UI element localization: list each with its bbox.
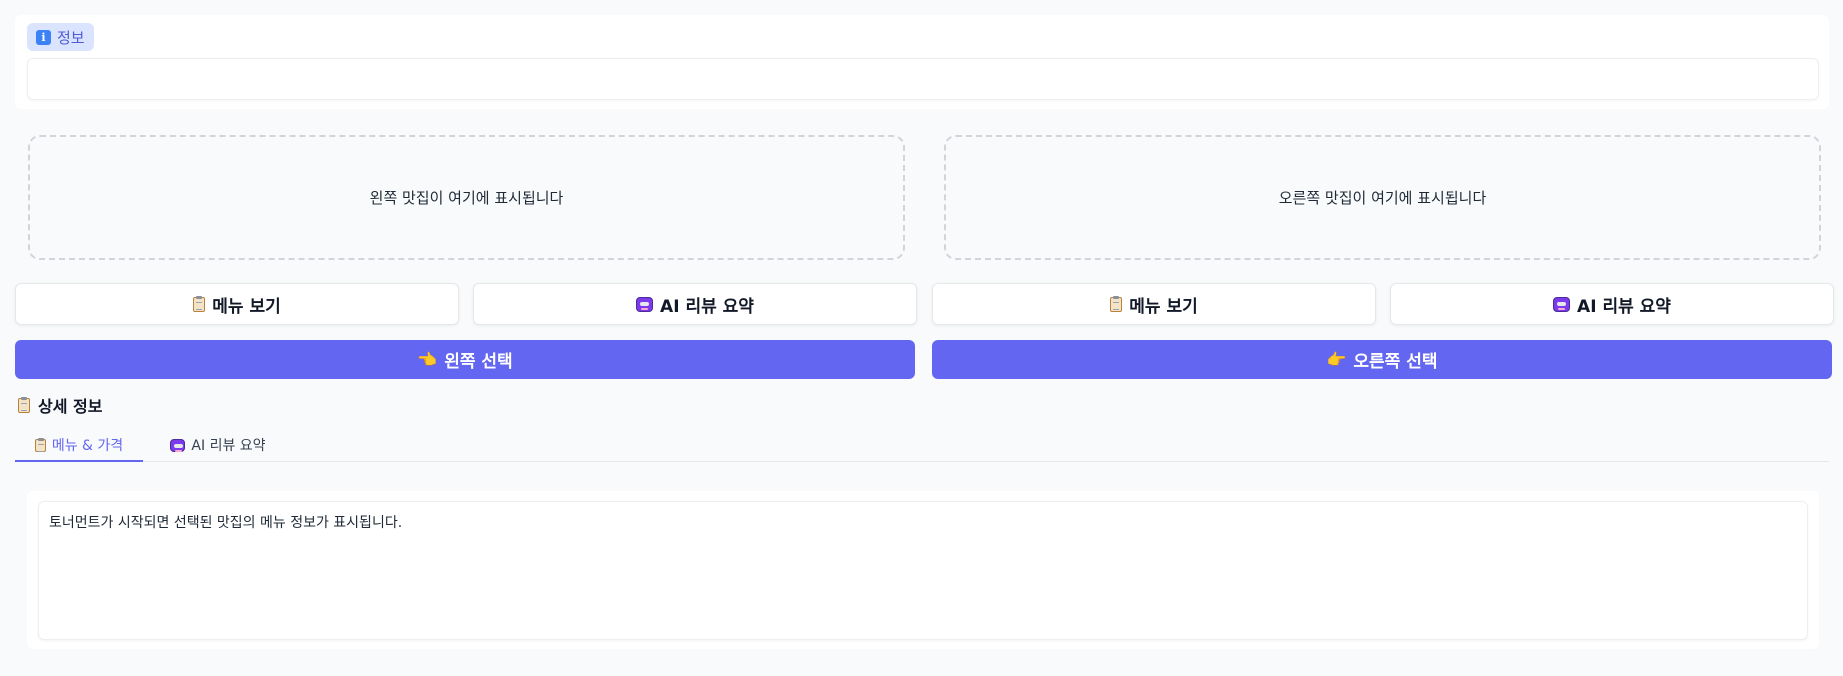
left-placeholder-text: 왼쪽 맛집이 여기에 표시됩니다	[369, 189, 564, 207]
details-content-box: 토너먼트가 시작되면 선택된 맛집의 메뉴 정보가 표시됩니다.	[38, 501, 1808, 640]
point-right-icon: 👉	[1326, 349, 1347, 369]
clipboard-icon	[18, 396, 30, 413]
robot-icon	[1553, 296, 1571, 312]
tab-ai-review[interactable]: AI 리뷰 요약	[159, 430, 277, 460]
details-tabs: 메뉴 & 가격 AI 리뷰 요약	[15, 430, 1829, 462]
point-left-icon: 👈	[417, 349, 438, 369]
tab-ai-review-label: AI 리뷰 요약	[191, 438, 266, 454]
left-restaurant-placeholder: 왼쪽 맛집이 여기에 표시됩니다	[28, 135, 905, 260]
tab-menu-price[interactable]: 메뉴 & 가격	[15, 430, 143, 462]
details-content-text: 토너먼트가 시작되면 선택된 맛집의 메뉴 정보가 표시됩니다.	[49, 515, 403, 531]
clipboard-icon	[193, 295, 206, 312]
robot-icon	[636, 296, 654, 312]
left-menu-button[interactable]: 메뉴 보기	[15, 283, 459, 325]
info-badge-label: 정보	[57, 28, 85, 47]
details-panel: 토너먼트가 시작되면 선택된 맛집의 메뉴 정보가 표시됩니다.	[27, 491, 1819, 649]
info-badge: i 정보	[27, 23, 94, 51]
right-menu-button-label: 메뉴 보기	[1129, 296, 1198, 317]
left-ai-button-label: AI 리뷰 요약	[660, 296, 754, 317]
right-placeholder-text: 오른쪽 맛집이 여기에 표시됩니다	[1278, 189, 1487, 207]
info-panel: i 정보	[15, 15, 1829, 109]
details-title: 상세 정보	[18, 394, 102, 416]
right-ai-review-button[interactable]: AI 리뷰 요약	[1390, 283, 1834, 325]
tab-menu-price-label: 메뉴 & 가격	[51, 438, 124, 454]
right-restaurant-placeholder: 오른쪽 맛집이 여기에 표시됩니다	[944, 135, 1821, 260]
select-left-label: 왼쪽 선택	[444, 352, 513, 372]
clipboard-icon	[34, 437, 46, 452]
right-ai-button-label: AI 리뷰 요약	[1577, 296, 1671, 317]
left-menu-button-label: 메뉴 보기	[212, 296, 281, 317]
info-icon: i	[36, 29, 51, 45]
select-right-button[interactable]: 👉 오른쪽 선택	[932, 340, 1832, 379]
info-content	[27, 58, 1819, 100]
select-right-label: 오른쪽 선택	[1353, 352, 1438, 372]
right-menu-button[interactable]: 메뉴 보기	[932, 283, 1376, 325]
robot-icon	[170, 438, 186, 452]
left-ai-review-button[interactable]: AI 리뷰 요약	[473, 283, 917, 325]
clipboard-icon	[1110, 295, 1123, 312]
select-left-button[interactable]: 👈 왼쪽 선택	[15, 340, 915, 379]
details-title-text: 상세 정보	[38, 397, 103, 416]
